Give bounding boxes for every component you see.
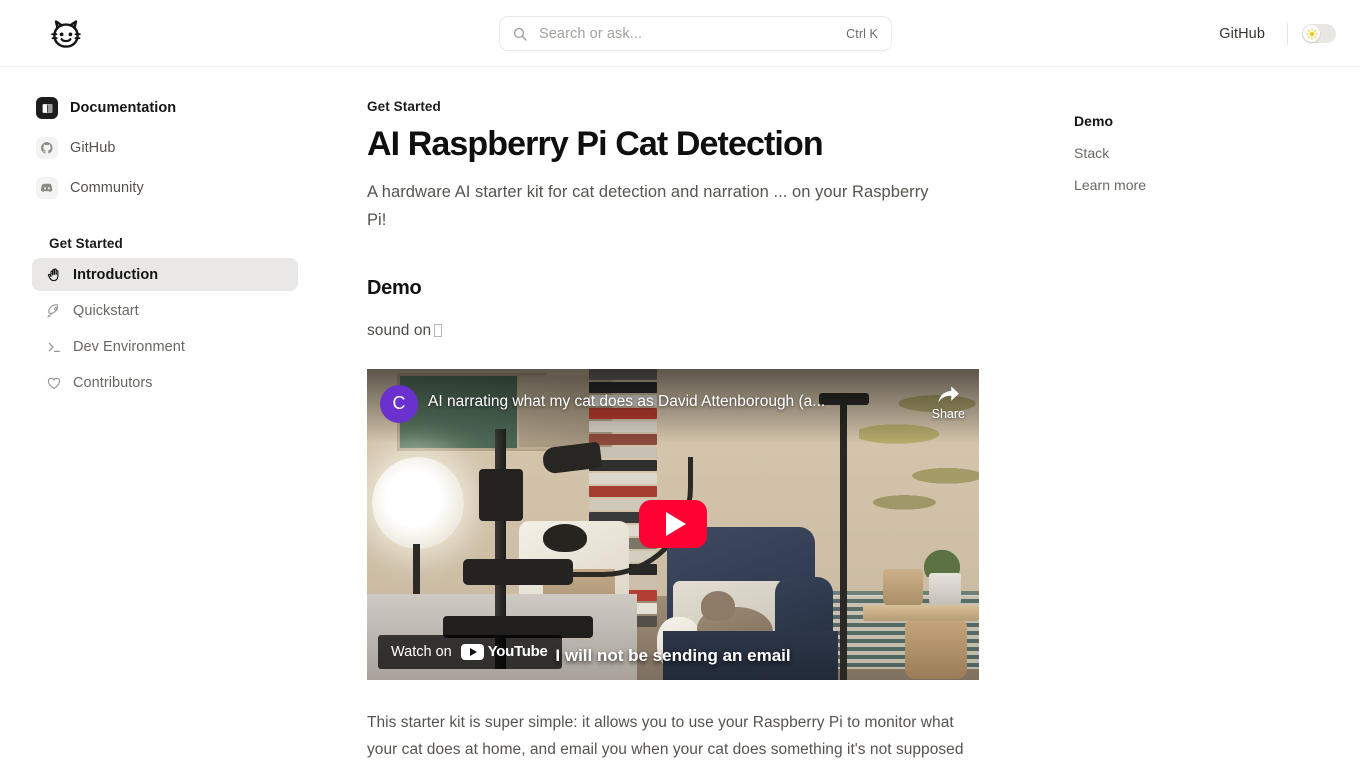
- header-actions: GitHub: [1209, 0, 1336, 67]
- sidebar-item-github[interactable]: GitHub: [32, 131, 298, 165]
- sidebar-item-quickstart[interactable]: Quickstart: [32, 294, 298, 327]
- search-shortcut-hint: Ctrl K: [846, 26, 878, 41]
- toc-item-demo[interactable]: Demo: [1074, 105, 1336, 137]
- sound-note-text: sound on: [367, 321, 432, 339]
- sound-note: sound on: [367, 322, 990, 340]
- heart-icon: [45, 374, 62, 391]
- cat-face-icon: [51, 20, 81, 48]
- share-icon: [938, 386, 960, 403]
- search-input[interactable]: Search or ask... Ctrl K: [499, 16, 892, 51]
- toc-item-stack[interactable]: Stack: [1074, 137, 1336, 169]
- section-heading-demo: Demo: [367, 276, 422, 299]
- discord-icon: [36, 177, 58, 199]
- theme-toggle[interactable]: [1302, 24, 1336, 43]
- youtube-play-icon: [460, 643, 484, 660]
- sidebar-item-introduction[interactable]: Introduction: [32, 258, 298, 291]
- sidebar-section-title: Get Started: [49, 236, 123, 251]
- youtube-logo: YouTube: [460, 643, 548, 661]
- rocket-icon: [45, 302, 62, 319]
- play-icon: [665, 512, 686, 537]
- github-icon: [36, 137, 58, 159]
- sidebar-item-label: Community: [70, 180, 144, 196]
- sidebar: Documentation GitHub Community Get Start…: [0, 67, 330, 764]
- sidebar-item-dev-environment[interactable]: Dev Environment: [32, 330, 298, 363]
- youtube-embed[interactable]: C AI narrating what my cat does as David…: [367, 368, 979, 680]
- share-button[interactable]: Share: [932, 383, 965, 421]
- header-divider: [1287, 22, 1288, 45]
- toc-item-learn-more[interactable]: Learn more: [1074, 169, 1336, 201]
- page-title: AI Raspberry Pi Cat Detection: [367, 125, 824, 163]
- search-icon: [513, 27, 527, 41]
- terminal-icon: [45, 338, 62, 355]
- sidebar-item-documentation[interactable]: Documentation: [32, 91, 298, 125]
- body-paragraph: This starter kit is super simple: it all…: [367, 713, 964, 759]
- play-button[interactable]: [639, 500, 707, 549]
- channel-avatar[interactable]: C: [380, 384, 418, 423]
- sidebar-item-label: Documentation: [70, 100, 177, 116]
- breadcrumb: Get Started: [367, 99, 441, 114]
- sidebar-item-label: Quickstart: [73, 302, 139, 319]
- share-label: Share: [931, 406, 965, 421]
- missing-glyph-icon: [434, 323, 443, 337]
- video-caption: I will not be sending an email: [555, 645, 791, 665]
- theme-toggle-knob: [1303, 25, 1320, 42]
- cat-logo[interactable]: [48, 16, 84, 52]
- sidebar-item-community[interactable]: Community: [32, 171, 298, 205]
- waving-hand-icon: [45, 266, 62, 283]
- top-header: Search or ask... Ctrl K GitHub: [0, 0, 1360, 67]
- video-title[interactable]: AI narrating what my cat does as David A…: [428, 391, 908, 413]
- sidebar-item-label: Introduction: [73, 266, 159, 283]
- github-link[interactable]: GitHub: [1209, 20, 1275, 48]
- sidebar-item-label: GitHub: [70, 140, 116, 156]
- watch-on-label: Watch on: [391, 643, 452, 660]
- sun-icon: [1305, 27, 1318, 40]
- youtube-wordmark: YouTube: [487, 643, 548, 661]
- table-of-contents: Demo Stack Learn more: [1040, 67, 1360, 764]
- watch-on-youtube-button[interactable]: Watch on YouTube: [378, 634, 562, 669]
- sidebar-item-contributors[interactable]: Contributors: [32, 366, 298, 399]
- page-subtitle: A hardware AI starter kit for cat detect…: [367, 183, 929, 230]
- main-content: Get Started AI Raspberry Pi Cat Detectio…: [330, 67, 1030, 764]
- book-icon: [36, 97, 58, 119]
- sidebar-item-label: Contributors: [73, 374, 153, 391]
- search-placeholder: Search or ask...: [539, 25, 643, 42]
- sidebar-item-label: Dev Environment: [73, 338, 185, 355]
